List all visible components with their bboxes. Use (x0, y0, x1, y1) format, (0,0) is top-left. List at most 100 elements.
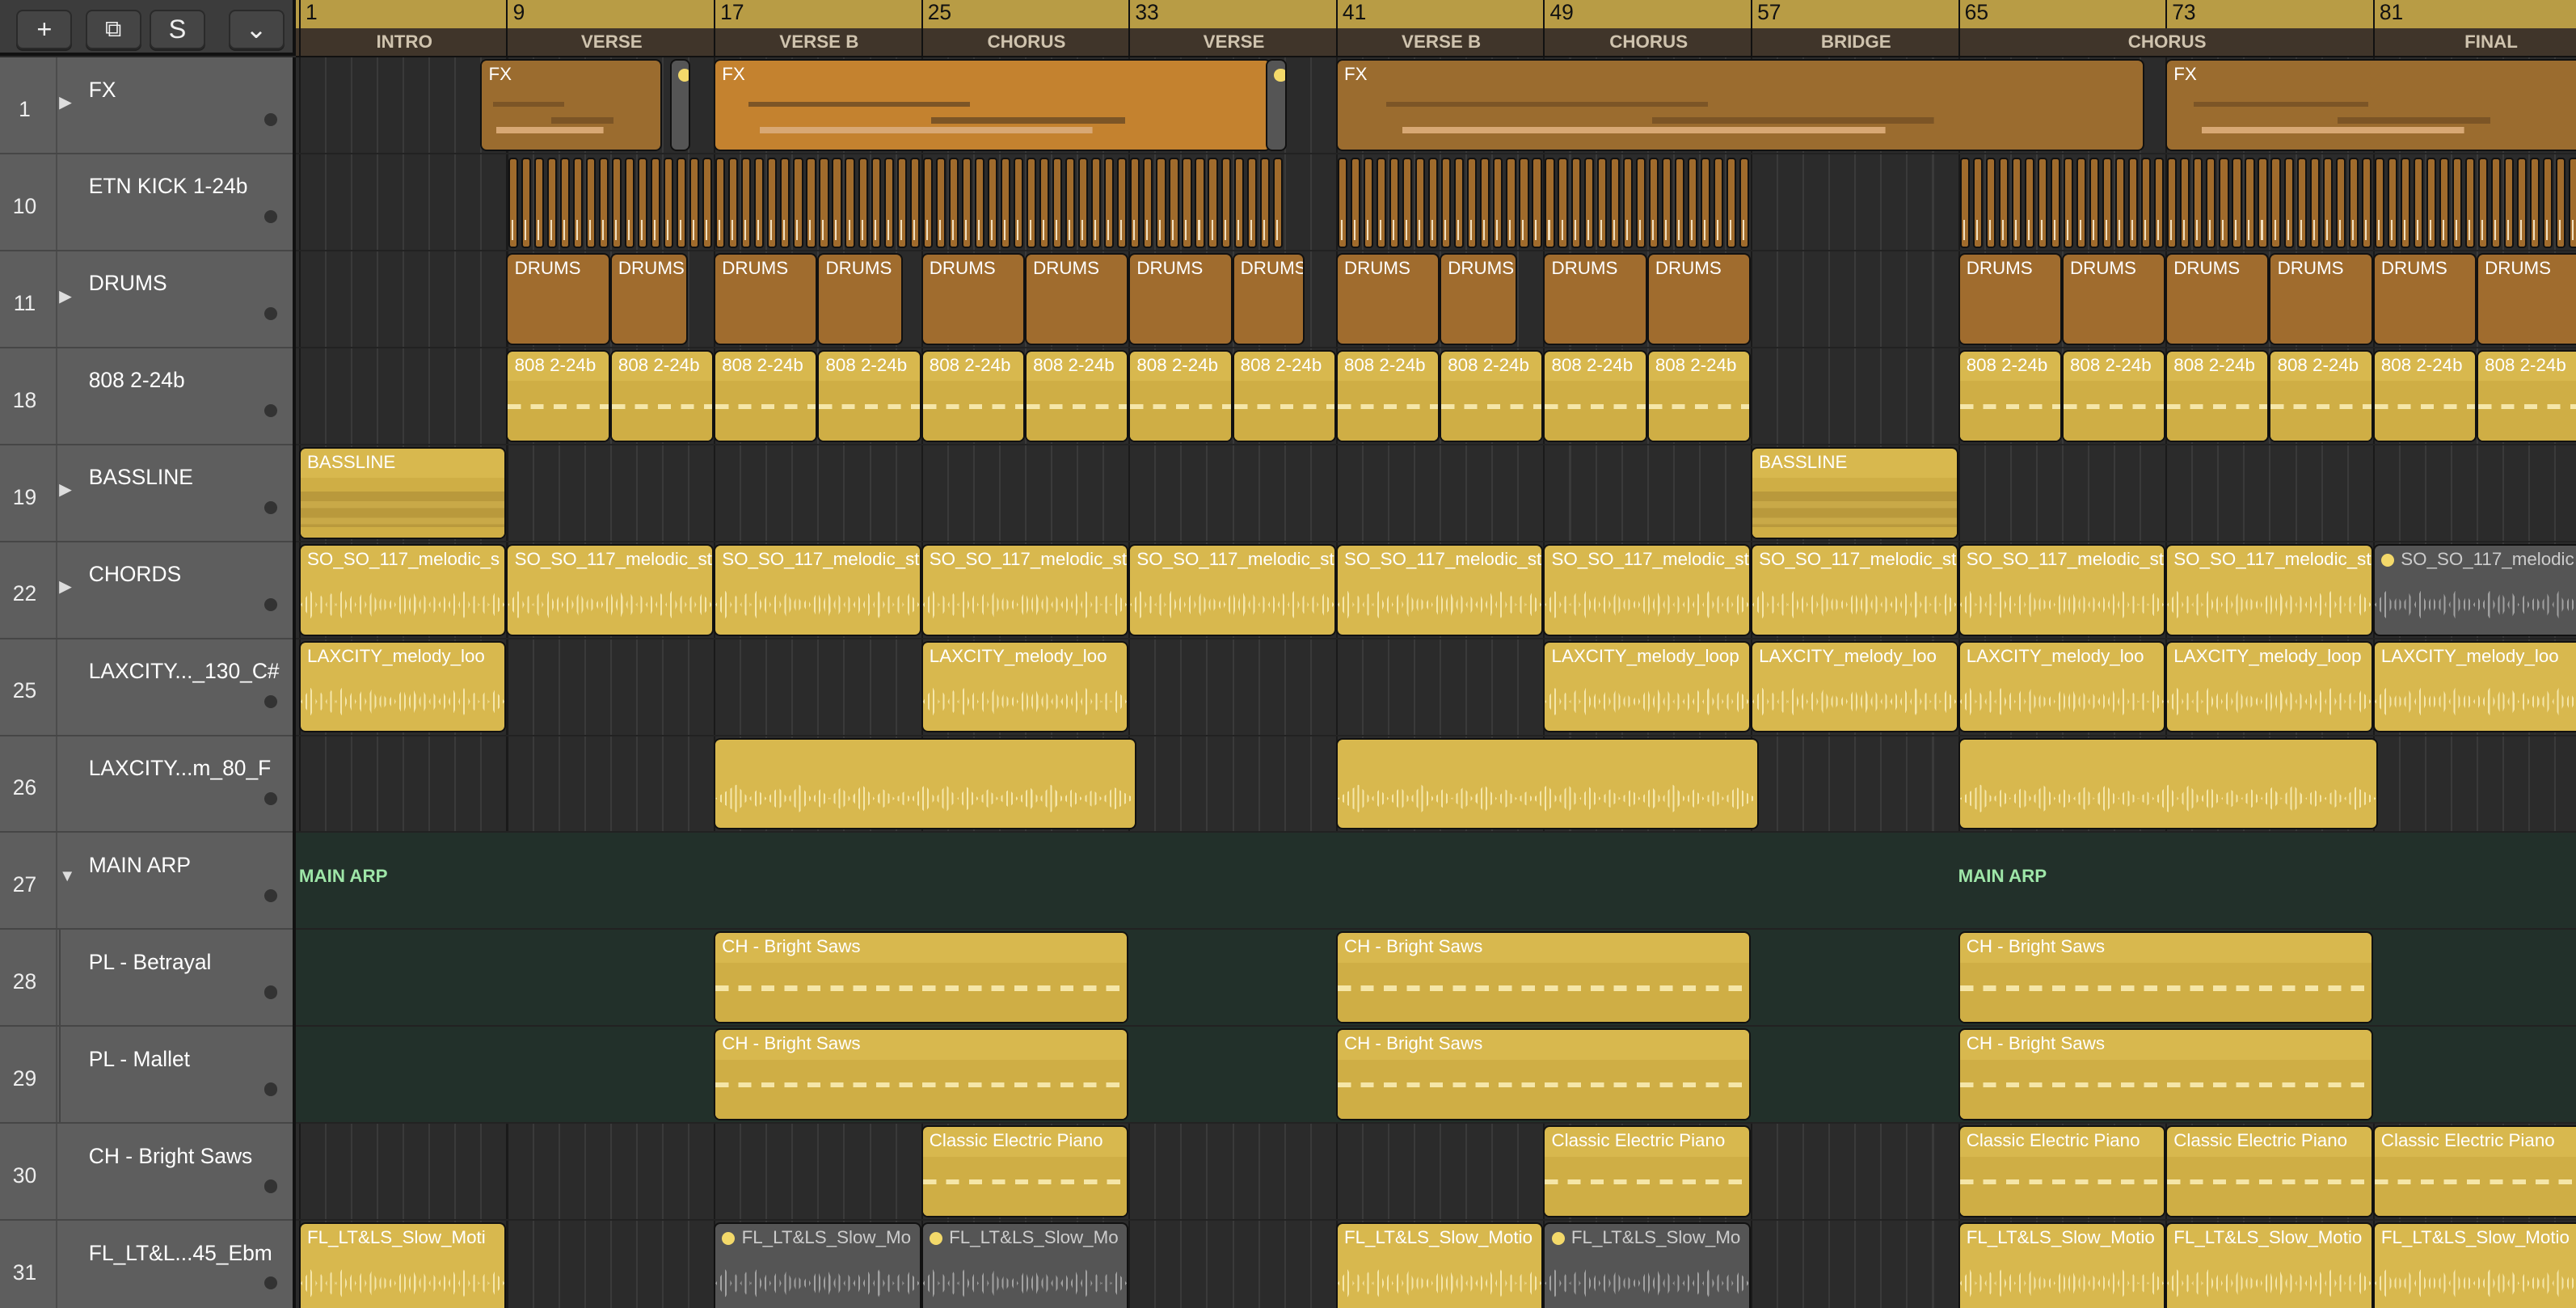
kick-region[interactable] (2361, 158, 2372, 248)
kick-region[interactable] (2296, 158, 2307, 248)
track-header[interactable]: 1 ▶ FX (0, 57, 293, 155)
region[interactable]: FL_LT&LS_Slow_Motio (2165, 1222, 2373, 1308)
disclosure-closed-icon[interactable]: ▶ (59, 479, 72, 500)
kick-region[interactable] (780, 158, 791, 248)
kick-region[interactable] (1609, 158, 1620, 248)
region[interactable]: FL_LT&LS_Slow_Motio (1335, 1222, 1544, 1308)
region[interactable] (1958, 737, 2379, 830)
kick-region[interactable] (533, 158, 544, 248)
kick-region[interactable] (2348, 158, 2359, 248)
kick-region[interactable] (858, 158, 868, 248)
region[interactable]: FL_LT&LS_Slow_Mo (714, 1222, 921, 1308)
record-enable-dot-icon[interactable] (264, 597, 278, 612)
kick-region[interactable] (883, 158, 894, 248)
arrangement-marker[interactable]: VERSE B (1335, 27, 1545, 57)
track-header[interactable]: 30 CH - Bright Saws (0, 1124, 293, 1222)
region[interactable]: FL_LT&LS_Slow_Motio (1958, 1222, 2166, 1308)
region[interactable]: 808 2-24b (2269, 349, 2373, 442)
kick-region[interactable] (1972, 158, 1983, 248)
region[interactable]: SO_SO_117_melodic_s (298, 543, 507, 636)
region[interactable]: DRUMS (1646, 252, 1751, 345)
kick-region[interactable] (806, 158, 816, 248)
bar-ruler[interactable]: 1 9 17 25 33 41 49 57 65 73 81 (295, 0, 2576, 30)
track-header[interactable]: 27 ▼ MAIN ARP (0, 833, 293, 930)
region[interactable]: SO_SO_117_melodic_st (1958, 543, 2166, 636)
track-header[interactable]: 25 LAXCITY..._130_C# (0, 639, 293, 736)
region[interactable] (714, 737, 1136, 830)
track-header[interactable]: 26 LAXCITY...m_80_F (0, 736, 293, 833)
region[interactable]: 808 2-24b (2477, 349, 2576, 442)
kick-region[interactable] (1104, 158, 1115, 248)
kick-region[interactable] (2076, 158, 2087, 248)
disclosure-closed-icon[interactable]: ▶ (59, 576, 72, 597)
kick-region[interactable] (1195, 158, 1205, 248)
kick-region[interactable] (2037, 158, 2047, 248)
kick-region[interactable] (2452, 158, 2463, 248)
kick-region[interactable] (1558, 158, 1568, 248)
region[interactable]: BASSLINE (1750, 446, 1958, 539)
kick-region[interactable] (1596, 158, 1607, 248)
region[interactable]: FL_LT&LS_Slow_Mo (1543, 1222, 1751, 1308)
kick-region[interactable] (2024, 158, 2034, 248)
kick-region[interactable] (1674, 158, 1684, 248)
region[interactable]: 808 2-24b (2165, 349, 2270, 442)
region[interactable] (1335, 737, 1759, 830)
kick-region[interactable] (2258, 158, 2268, 248)
record-enable-dot-icon[interactable] (264, 307, 278, 321)
kick-region[interactable] (1635, 158, 1646, 248)
region[interactable]: DRUMS (2061, 252, 2166, 345)
kick-region[interactable] (2102, 158, 2113, 248)
kick-region[interactable] (2322, 158, 2333, 248)
duplicate-track-button[interactable]: ⧉ (85, 10, 141, 49)
kick-region[interactable] (1246, 158, 1257, 248)
kick-region[interactable] (663, 158, 674, 248)
region[interactable]: DRUMS (2477, 252, 2576, 345)
kick-region[interactable] (689, 158, 700, 248)
track-header[interactable]: 11 ▶ DRUMS (0, 251, 293, 348)
kick-region[interactable] (2504, 158, 2515, 248)
region[interactable]: DRUMS (1440, 252, 1518, 345)
kick-region[interactable] (2180, 158, 2190, 248)
kick-region[interactable] (974, 158, 985, 248)
kick-region[interactable] (1272, 158, 1283, 248)
kick-region[interactable] (819, 158, 829, 248)
arrangement-marker[interactable]: VERSE B (714, 27, 923, 57)
region[interactable]: LAXCITY_melody_loo (1958, 640, 2166, 733)
track-header[interactable]: 31 FL_LT&L...45_Ebm (0, 1221, 293, 1308)
kick-region[interactable] (1065, 158, 1076, 248)
track-name[interactable]: PL - Mallet (89, 1047, 190, 1072)
arrangement-marker[interactable]: INTRO (298, 27, 508, 57)
kick-region[interactable] (2335, 158, 2346, 248)
kick-region[interactable] (1389, 158, 1400, 248)
region[interactable]: DRUMS (609, 252, 688, 345)
kick-region[interactable] (2245, 158, 2255, 248)
kick-region[interactable] (2439, 158, 2450, 248)
region[interactable]: 808 2-24b (1958, 349, 2062, 442)
region[interactable]: 808 2-24b (506, 349, 610, 442)
kick-region[interactable] (546, 158, 557, 248)
region[interactable]: DRUMS (2269, 252, 2373, 345)
region[interactable]: SO_SO_117_melodic (2372, 543, 2576, 636)
region[interactable]: 808 2-24b (2372, 349, 2477, 442)
region[interactable]: CH - Bright Saws (1958, 931, 2373, 1024)
track-header[interactable]: 28 PL - Betrayal (0, 930, 293, 1027)
kick-region[interactable] (935, 158, 946, 248)
track-name[interactable]: FL_LT&L...45_Ebm (89, 1241, 272, 1266)
track-name[interactable]: MAIN ARP (89, 853, 191, 878)
region[interactable]: DRUMS (1128, 252, 1233, 345)
kick-region[interactable] (961, 158, 972, 248)
kick-region[interactable] (2556, 158, 2566, 248)
arrangement-marker[interactable]: CHORUS (1543, 27, 1752, 57)
region[interactable]: DRUMS (714, 252, 818, 345)
kick-region[interactable] (1117, 158, 1128, 248)
kick-region[interactable] (1700, 158, 1711, 248)
kick-region[interactable] (741, 158, 752, 248)
arrangement-markers[interactable]: INTRO VERSE VERSE B CHORUS VERSE VERSE B CHORU… (295, 27, 2576, 60)
kick-region[interactable] (2543, 158, 2553, 248)
region[interactable]: CH - Bright Saws (714, 1028, 1129, 1121)
kick-region[interactable] (1959, 158, 1970, 248)
region[interactable]: 808 2-24b (1335, 349, 1440, 442)
record-enable-dot-icon[interactable] (264, 500, 278, 515)
folder-region-label[interactable]: MAIN ARP (299, 866, 388, 887)
kick-region[interactable] (1143, 158, 1153, 248)
